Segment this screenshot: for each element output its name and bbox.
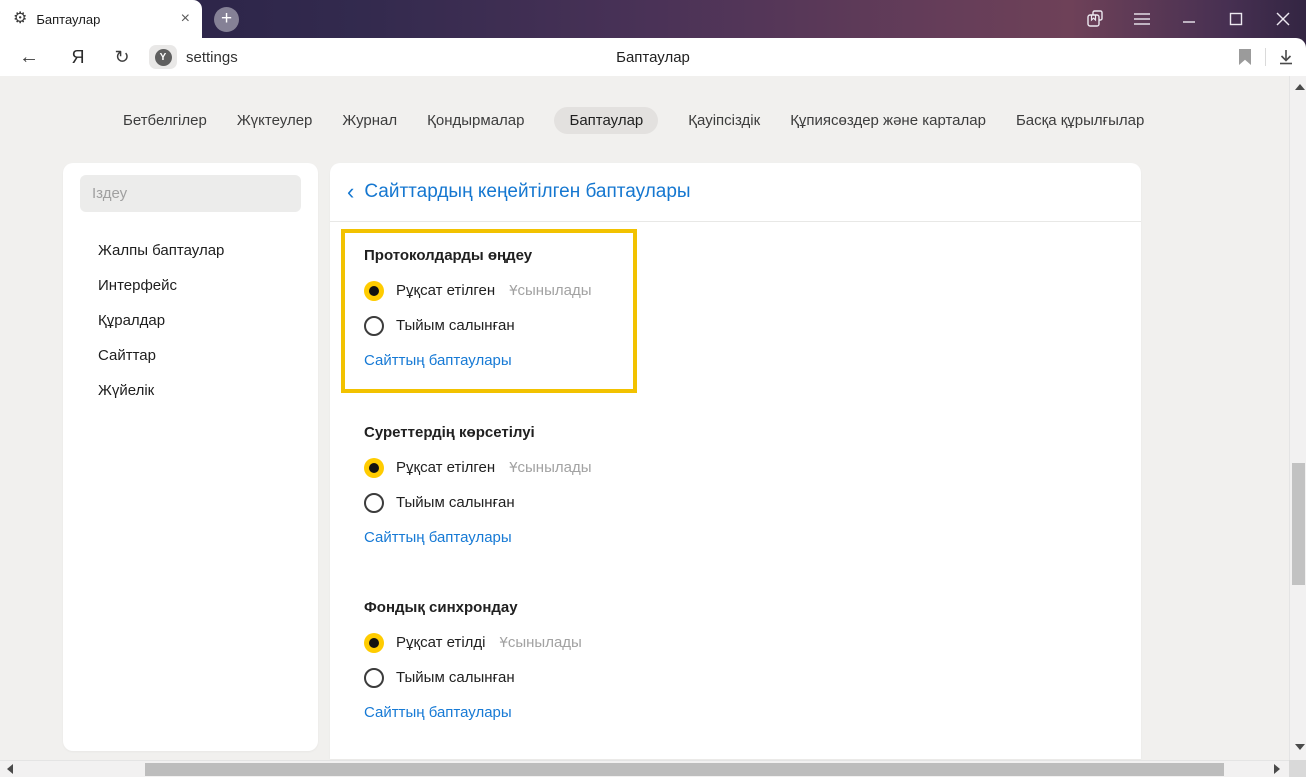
radio-option-blocked[interactable]: Тыйым салынған [364, 660, 1104, 695]
section-background-sync: Фондық синхрондау Рұқсат етілді Ұсынылад… [364, 598, 1104, 723]
scroll-left-arrow[interactable] [7, 764, 13, 774]
minimize-icon [1182, 21, 1195, 23]
sidebar-list: Жалпы баптаулар Интерфейс Құралдар Сайтт… [98, 233, 224, 408]
nav-tab-downloads[interactable]: Жүктеулер [237, 107, 313, 134]
section-title: Протоколдарды өңдеу [364, 247, 533, 264]
maximize-icon [1229, 12, 1242, 26]
radio-label: Тыйым салынған [396, 317, 515, 334]
sidebar-item-system[interactable]: Жүйелік [98, 373, 224, 408]
radio-unchecked-icon[interactable] [364, 315, 384, 336]
bookmarks-panel-icon [1086, 10, 1103, 27]
nav-tab-bookmarks[interactable]: Бетбелгілер [123, 107, 207, 134]
nav-tab-passwords[interactable]: Құпиясөздер және карталар [790, 107, 986, 134]
radio-option-blocked[interactable]: Тыйым салынған [364, 308, 1104, 343]
address-bar-url[interactable]: settings [186, 49, 238, 66]
search-input[interactable] [80, 175, 301, 212]
nav-tab-history[interactable]: Журнал [342, 107, 397, 134]
window-controls [1071, 0, 1306, 38]
section-protocol-handling: Протоколдарды өңдеу Рұқсат етілген Ұсыны… [364, 246, 1104, 371]
recommended-badge: Ұсынылады [509, 459, 592, 476]
radio-option-blocked[interactable]: Тыйым салынған [364, 485, 1104, 520]
nav-tab-settings[interactable]: Баптаулар [554, 107, 659, 134]
radio-unchecked-icon[interactable] [364, 492, 384, 513]
horizontal-scroll-thumb[interactable] [145, 763, 1224, 776]
yandex-logo-button[interactable]: Я [66, 47, 90, 68]
tab-title: Баптаулар [36, 11, 101, 27]
advanced-site-settings-back-link[interactable]: ‹ Сайттардың кеңейтілген баптаулары [330, 163, 1141, 222]
radio-label: Рұқсат етілді [396, 634, 486, 651]
radio-option-allowed[interactable]: Рұқсат етілген Ұсынылады [364, 450, 1104, 485]
bookmark-button[interactable] [1225, 38, 1265, 76]
sidebar-item-tools[interactable]: Құралдар [98, 303, 224, 338]
scroll-down-arrow[interactable] [1295, 744, 1305, 750]
toolbar: ← Я ↻ Y settings Баптаулар [0, 38, 1306, 76]
radio-label: Тыйым салынған [396, 494, 515, 511]
nav-tab-devices[interactable]: Басқа құрылғылар [1016, 107, 1144, 134]
radio-label: Тыйым салынған [396, 669, 515, 686]
new-tab-button[interactable]: + [214, 7, 239, 32]
minimize-button[interactable] [1165, 0, 1212, 38]
radio-label: Рұқсат етілген [396, 459, 496, 476]
settings-sidebar: Жалпы баптаулар Интерфейс Құралдар Сайтт… [63, 163, 318, 751]
section-title: Фондық синхрондау [364, 599, 518, 616]
bookmark-icon [1239, 49, 1251, 65]
maximize-button[interactable] [1212, 0, 1259, 38]
vertical-scroll-thumb[interactable] [1292, 463, 1305, 585]
settings-nav: Бетбелгілер Жүктеулер Журнал Қондырмалар… [123, 107, 1144, 134]
settings-content: ‹ Сайттардың кеңейтілген баптаулары Прот… [330, 163, 1141, 759]
scrollbar-corner [1289, 760, 1306, 777]
close-icon [1276, 12, 1289, 26]
radio-checked-icon[interactable] [364, 280, 384, 301]
close-window-button[interactable] [1259, 0, 1306, 38]
site-settings-link[interactable]: Сайттың баптаулары [364, 703, 512, 723]
scroll-up-arrow[interactable] [1295, 84, 1305, 90]
protect-badge[interactable]: Y [149, 45, 177, 69]
horizontal-scrollbar[interactable] [0, 760, 1289, 777]
nav-tab-security[interactable]: Қауіпсіздік [688, 107, 760, 134]
radio-option-allowed[interactable]: Рұқсат етілді Ұсынылады [364, 625, 1104, 660]
back-button[interactable]: ← [14, 46, 44, 69]
site-settings-link[interactable]: Сайттың баптаулары [364, 351, 512, 371]
radio-unchecked-icon[interactable] [364, 667, 384, 688]
menu-button[interactable] [1118, 0, 1165, 38]
refresh-button[interactable]: ↻ [109, 47, 135, 68]
recommended-badge: Ұсынылады [499, 634, 582, 651]
hamburger-menu-icon [1133, 13, 1150, 25]
toolbar-right [1225, 38, 1306, 76]
section-image-display: Суреттердің көрсетілуі Рұқсат етілген Ұс… [364, 423, 1104, 548]
download-icon [1280, 50, 1292, 65]
radio-option-allowed[interactable]: Рұқсат етілген Ұсынылады [364, 273, 1104, 308]
chevron-left-icon: ‹ [347, 179, 355, 204]
sidebar-item-interface[interactable]: Интерфейс [98, 268, 224, 303]
sidebar-item-sites[interactable]: Сайттар [98, 338, 224, 373]
gear-icon: ⚙ [13, 10, 28, 27]
radio-checked-icon[interactable] [364, 457, 384, 478]
section-title: Суреттердің көрсетілуі [364, 424, 535, 441]
browser-tab-settings[interactable]: ⚙ Баптаулар × [0, 0, 202, 38]
tab-close-icon[interactable]: × [181, 11, 190, 27]
radio-checked-icon[interactable] [364, 632, 384, 653]
nav-tab-extensions[interactable]: Қондырмалар [427, 107, 524, 134]
radio-label: Рұқсат етілген [396, 282, 496, 299]
protect-icon: Y [154, 48, 172, 66]
sidebar-item-general[interactable]: Жалпы баптаулар [98, 233, 224, 268]
recommended-badge: Ұсынылады [509, 282, 592, 299]
page-section-title: Сайттардың кеңейтілген баптаулары [364, 181, 691, 202]
download-button[interactable] [1266, 38, 1306, 76]
bookmarks-panel-button[interactable] [1071, 0, 1118, 38]
vertical-scrollbar[interactable] [1289, 76, 1306, 760]
site-settings-link[interactable]: Сайттың баптаулары [364, 528, 512, 548]
scroll-right-arrow[interactable] [1274, 764, 1280, 774]
